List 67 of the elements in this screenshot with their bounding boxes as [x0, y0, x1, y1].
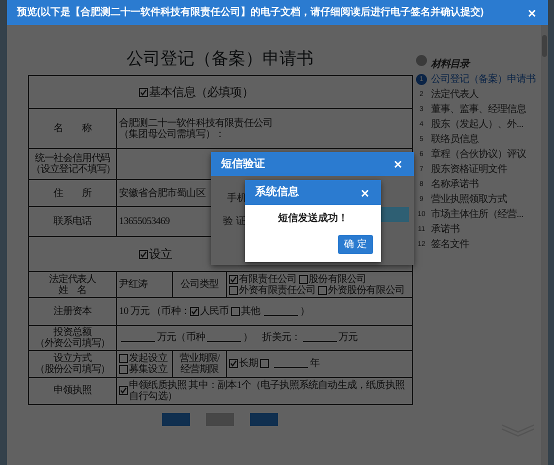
field-label: 法定代表人: [48, 274, 96, 285]
checkbox[interactable]: [190, 306, 200, 316]
field-value: （集团母公司需填写）：: [119, 128, 225, 140]
field-value: 合肥测二十一软件科技有限责任公司: [119, 118, 273, 129]
checkbox[interactable]: [318, 286, 327, 295]
field-label: 申领执照: [54, 385, 92, 396]
close-button[interactable]: ×: [358, 186, 371, 200]
field-value: ）: [300, 306, 310, 317]
field-value: 安徽省合肥市蜀山区: [119, 188, 206, 199]
document-title: 公司登记（备案）申请书: [126, 49, 314, 70]
dialog-title: 短信验证: [221, 156, 265, 172]
message-text: 短信发送成功！: [278, 213, 348, 224]
checkbox[interactable]: [229, 286, 238, 295]
checkbox[interactable]: [229, 274, 238, 284]
checkbox[interactable]: [139, 250, 148, 259]
checkbox-label: 有限责任公司: [239, 274, 297, 285]
checkbox[interactable]: [260, 359, 270, 368]
field-value: 万元: [338, 332, 358, 344]
checkbox-label: 股份有限公司: [308, 274, 366, 285]
checkbox[interactable]: [139, 88, 148, 97]
close-button[interactable]: ×: [526, 6, 538, 20]
field-value: 万元（币种: [157, 332, 206, 344]
field-label: 注册资本: [54, 306, 92, 317]
field-label: 营业期限/: [180, 352, 220, 364]
checkbox-label: 外资有限责任公司: [239, 284, 316, 296]
field-value: 13655053469: [119, 216, 170, 228]
dialog-title: 预览(以下是【合肥测二十一软件科技有限责任公司】的电子文档，请仔细阅读后进行电子签名并确认提交): [17, 5, 484, 20]
checkbox-label: 募集设立: [129, 364, 168, 375]
field-value: 尹红涛: [119, 279, 148, 290]
field-label: 投资总额: [54, 326, 92, 338]
field-label: （设立登记不填写）: [31, 164, 116, 176]
close-button[interactable]: ×: [392, 157, 404, 171]
scrollbar[interactable]: [541, 25, 548, 465]
checkbox-label: 其他: [240, 306, 260, 317]
ok-button[interactable]: 确 定: [338, 235, 373, 254]
field-value: 年: [310, 358, 320, 370]
field-label: 验 证: [223, 215, 246, 229]
checkbox[interactable]: [119, 386, 128, 396]
checkbox[interactable]: [229, 359, 238, 368]
section-heading: 设立: [149, 246, 172, 261]
checkbox[interactable]: [230, 306, 240, 316]
field-label: 统一社会信用代码: [34, 153, 110, 164]
field-label: 联系电话: [54, 216, 92, 228]
field-value: 10 万元 （币种：: [119, 306, 190, 317]
sidebar-title: 材料目录: [431, 59, 469, 70]
dialog-title: 系统信息: [255, 184, 299, 200]
action-button[interactable]: [250, 412, 278, 426]
checkbox-label: 外资股份有限公司: [328, 284, 405, 296]
field-label: 经营期限: [180, 364, 218, 375]
checkbox-label: 长期: [239, 358, 258, 370]
field-label: 住 所: [54, 188, 92, 199]
action-button[interactable]: [162, 412, 190, 426]
checkbox[interactable]: [298, 274, 308, 284]
checkbox[interactable]: [119, 354, 128, 363]
field-label: 姓 名: [58, 284, 87, 296]
checkbox-label: 申领纸质执照 其中：副本1个（电子执照系统自动生成，纸质执照自行勾选）: [129, 380, 406, 402]
list-icon: [416, 55, 427, 66]
checkbox[interactable]: [119, 365, 128, 374]
field-label: （股份公司填写）: [34, 364, 110, 375]
checkbox-label: 发起设立: [129, 352, 168, 364]
section-heading: 基本信息（必填项）: [149, 84, 254, 99]
field-label: （外资公司填写）: [34, 338, 110, 349]
field-label: 名 称: [54, 123, 92, 134]
checkbox-label: 人民币: [200, 306, 229, 317]
field-label: 公司类型: [180, 279, 218, 290]
field-label: 设立方式: [54, 352, 92, 364]
field-value: ） 折美元：: [243, 332, 301, 344]
